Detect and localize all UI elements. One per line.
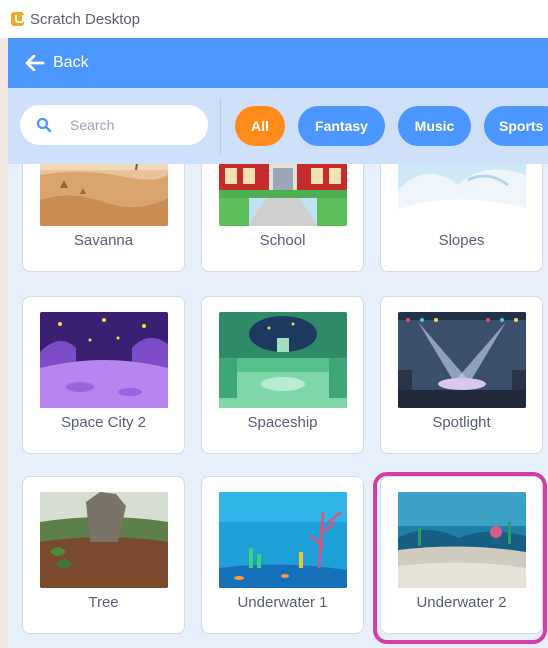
- filter-divider: [220, 98, 221, 154]
- tag-sports[interactable]: Sports: [484, 106, 548, 146]
- backdrop-card-underwater-2[interactable]: Underwater 2: [380, 476, 543, 634]
- backdrop-label: Spaceship: [247, 414, 318, 431]
- school-thumbnail: [219, 164, 347, 226]
- search-input[interactable]: [68, 116, 192, 134]
- arrow-left-icon: [25, 55, 45, 71]
- backdrop-card-underwater-1[interactable]: Underwater 1: [201, 476, 364, 634]
- backdrop-label: Tree: [88, 594, 119, 611]
- backdrop-card-space-city-2[interactable]: Space City 2: [22, 296, 185, 454]
- backdrop-label: Space City 2: [60, 414, 147, 431]
- backdrop-card-savanna[interactable]: Savanna: [22, 164, 185, 272]
- back-label: Back: [53, 54, 89, 71]
- backdrop-card-school[interactable]: School: [201, 164, 364, 272]
- search-box[interactable]: [20, 105, 208, 145]
- menu-bar: Back: [8, 38, 548, 88]
- slopes-thumbnail: [398, 164, 526, 226]
- tree-thumbnail: [40, 492, 168, 588]
- backdrop-card-spotlight[interactable]: Spotlight: [380, 296, 543, 454]
- backdrop-label: Slopes: [438, 232, 485, 249]
- tag-fantasy[interactable]: Fantasy: [298, 106, 385, 146]
- filter-bar: All Fantasy Music Sports: [8, 88, 548, 164]
- backdrop-label: Spotlight: [432, 414, 491, 431]
- backdrop-library-grid: Savanna School Slopes Space City 2 Space…: [8, 164, 548, 648]
- backdrop-card-tree[interactable]: Tree: [22, 476, 185, 634]
- spotlight-thumbnail: [398, 312, 526, 408]
- window-title: Scratch Desktop: [30, 10, 141, 28]
- scratch-app-icon: [11, 12, 24, 26]
- backdrop-label: Underwater 2: [416, 594, 507, 611]
- underwater-thumbnail: [398, 492, 526, 588]
- backdrop-card-slopes[interactable]: Slopes: [380, 164, 543, 272]
- title-bar: Scratch Desktop: [0, 0, 548, 38]
- space-city-thumbnail: [40, 312, 168, 408]
- spaceship-thumbnail: [219, 312, 347, 408]
- backdrop-label: Underwater 1: [237, 594, 328, 611]
- backdrop-label: School: [259, 232, 306, 249]
- underwater-thumbnail: [219, 492, 347, 588]
- tag-music[interactable]: Music: [398, 106, 471, 146]
- tag-all[interactable]: All: [235, 106, 285, 146]
- back-button[interactable]: Back: [25, 54, 89, 72]
- savanna-thumbnail: [40, 164, 168, 226]
- search-icon: [36, 117, 52, 133]
- backdrop-label: Savanna: [73, 232, 134, 249]
- backdrop-card-spaceship[interactable]: Spaceship: [201, 296, 364, 454]
